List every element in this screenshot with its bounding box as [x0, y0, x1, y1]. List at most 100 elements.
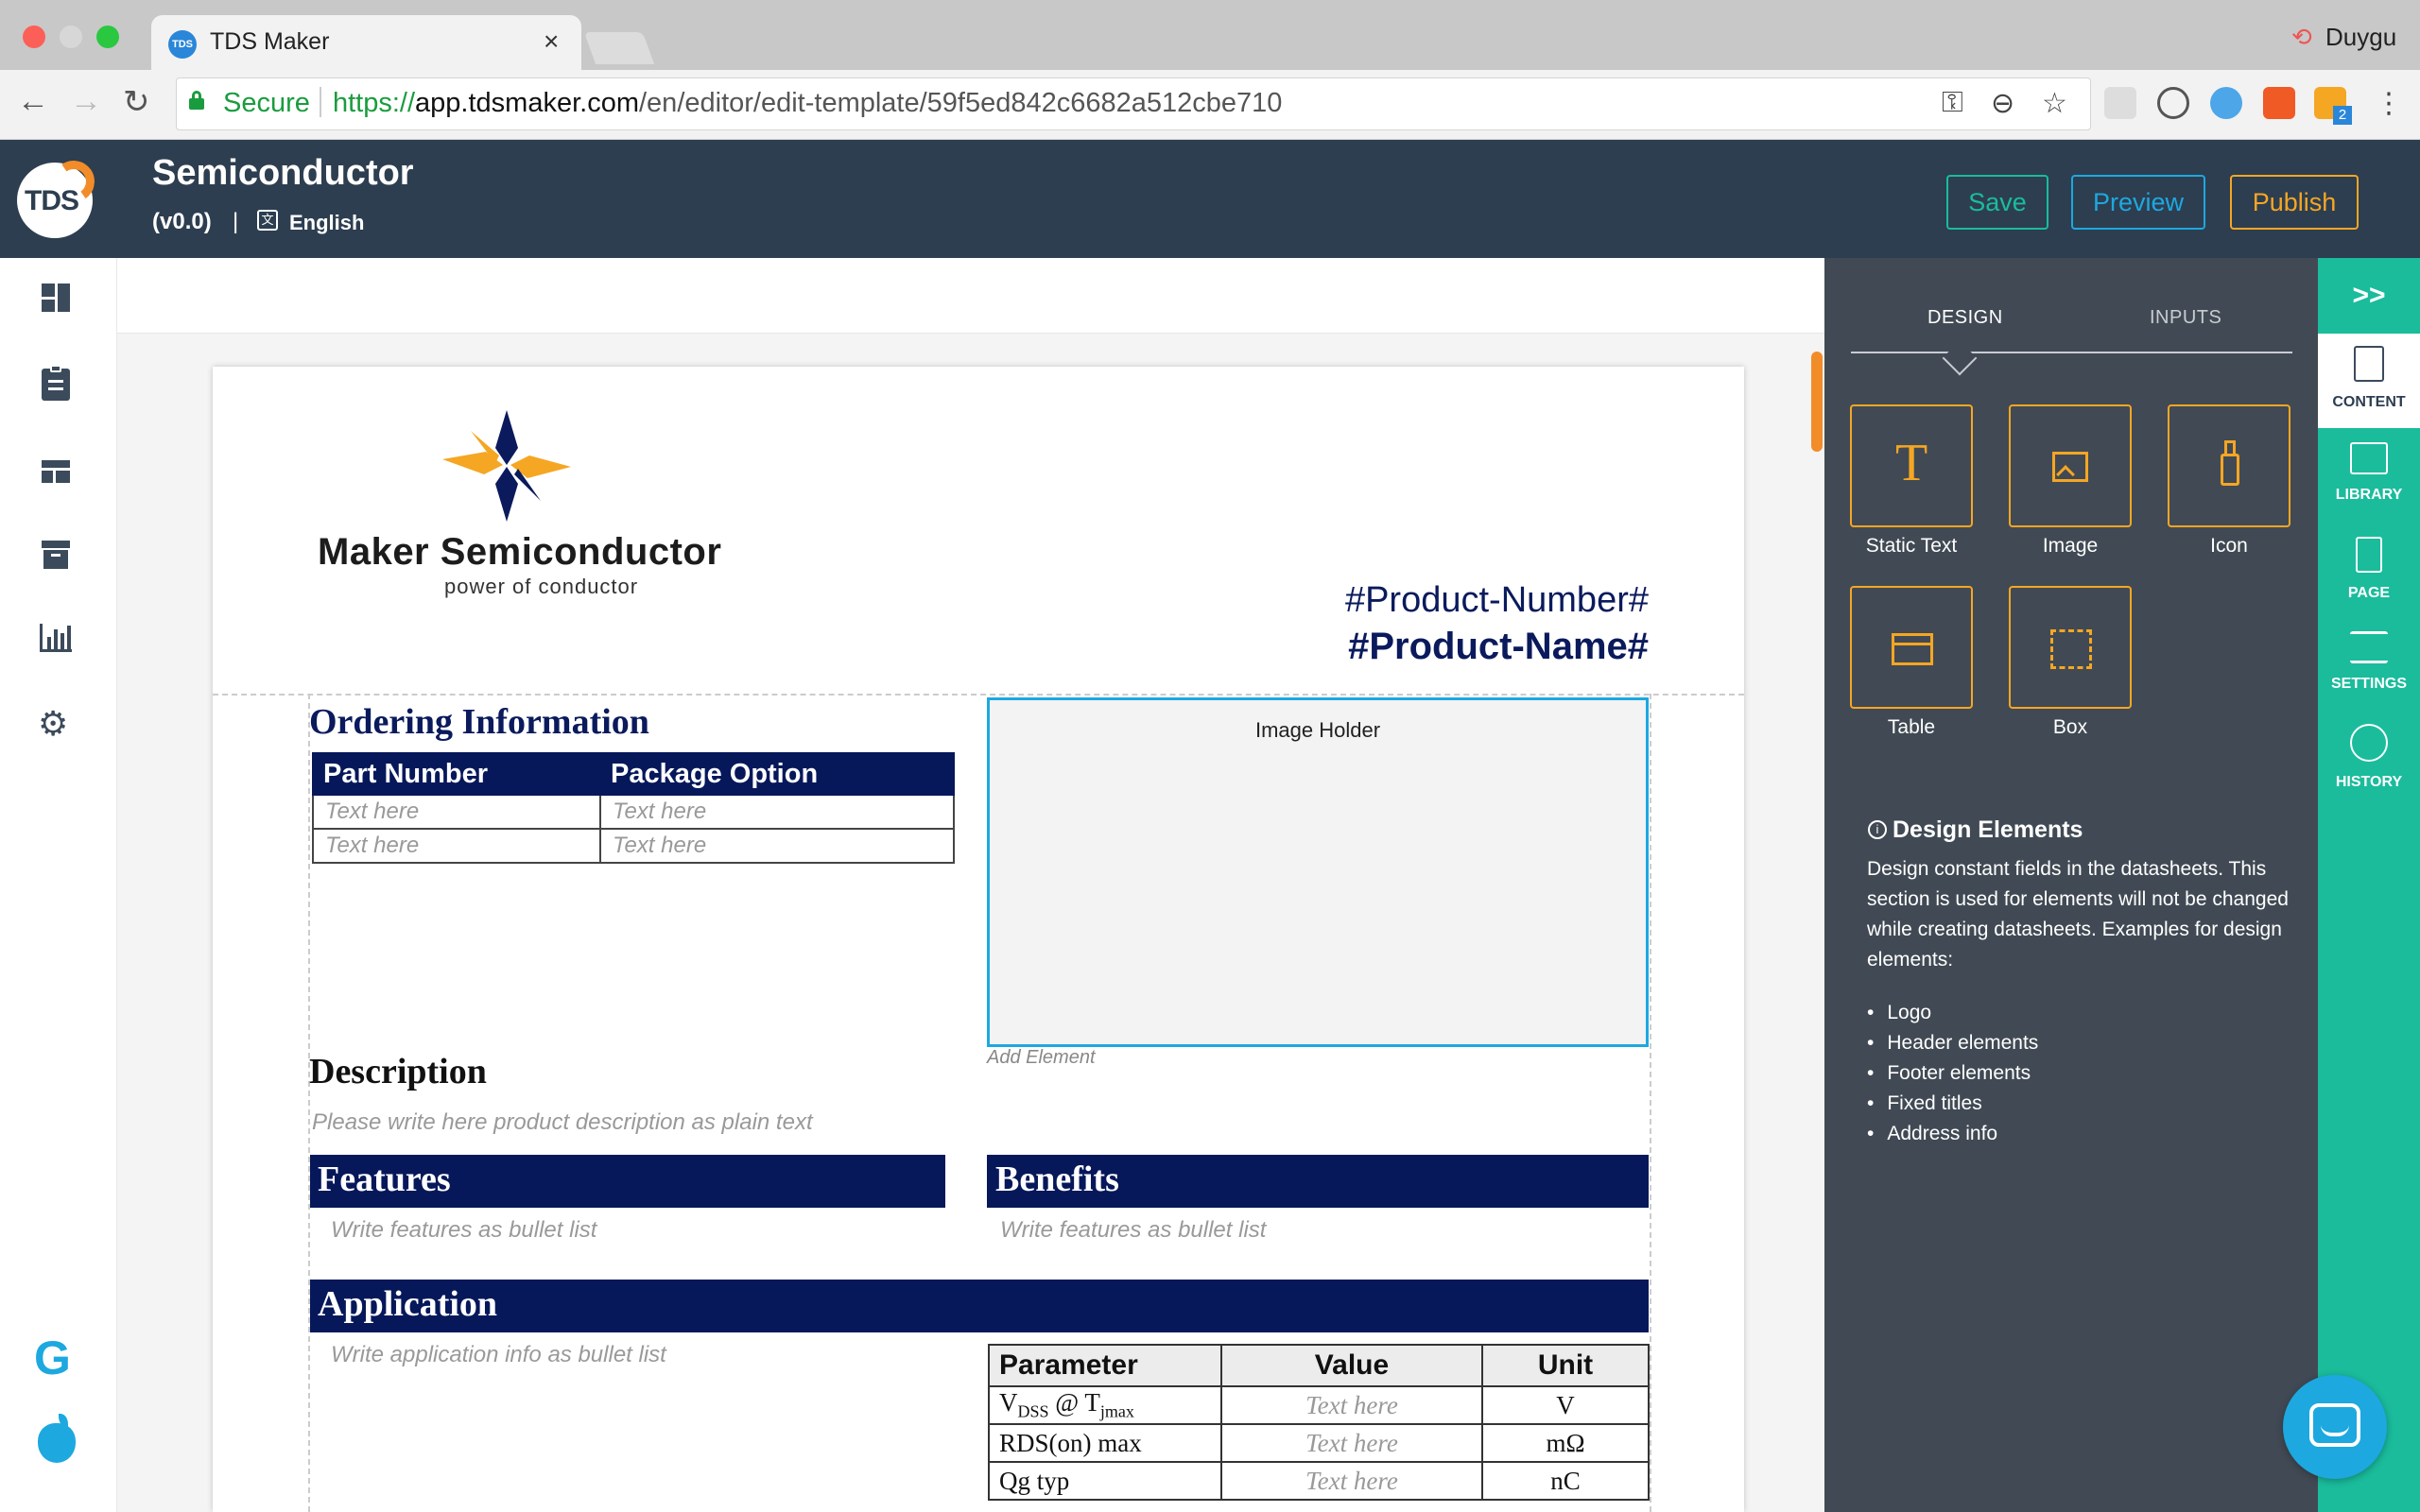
- product-name-field[interactable]: #Product-Name#: [1305, 626, 1649, 668]
- canvas-scrollbar[interactable]: [1811, 352, 1823, 452]
- application-bar[interactable]: [310, 1280, 1649, 1332]
- spray-icon: [2221, 454, 2239, 486]
- document-title: Semiconductor: [152, 153, 414, 193]
- value-cell[interactable]: Text here: [1220, 1423, 1483, 1463]
- content-guide-left: [308, 694, 310, 1512]
- canvas-toolbar: [117, 258, 1824, 334]
- document-version: (v0.0): [152, 209, 212, 234]
- collapse-panel-button[interactable]: >>: [2318, 258, 2420, 334]
- image-tile[interactable]: [2009, 404, 2132, 527]
- header-separator: |: [233, 209, 239, 234]
- nav-page[interactable]: PAGE: [2318, 537, 2420, 602]
- url-host: app.tdsmaker.com: [415, 88, 639, 118]
- sliders-icon: [2350, 631, 2388, 663]
- list-item: Footer elements: [1867, 1058, 2038, 1089]
- language-icon: 文: [257, 210, 278, 231]
- ordering-cell[interactable]: Text here: [312, 828, 601, 864]
- gear-icon[interactable]: ⚙: [38, 707, 68, 741]
- bar-chart-icon[interactable]: [40, 624, 72, 652]
- profile-name[interactable]: Duygu: [2325, 23, 2396, 52]
- extension-globe-icon[interactable]: [2210, 87, 2242, 119]
- left-sidebar: [0, 258, 117, 1512]
- lock-icon: [189, 91, 204, 110]
- table-tile[interactable]: [1850, 586, 1973, 709]
- extension-check-icon[interactable]: [2263, 87, 2295, 119]
- info-icon: i: [1868, 820, 1887, 839]
- static-text-tile[interactable]: T: [1850, 404, 1973, 527]
- list-item: Header elements: [1867, 1028, 2038, 1058]
- document-language[interactable]: English: [289, 211, 364, 235]
- key-icon[interactable]: ⚿: [1942, 87, 1963, 119]
- nav-content[interactable]: CONTENT: [2318, 346, 2420, 411]
- url-text[interactable]: https://app.tdsmaker.com/en/editor/edit-…: [333, 88, 1282, 119]
- new-tab-button[interactable]: [583, 32, 655, 64]
- publish-button[interactable]: Publish: [2230, 175, 2359, 230]
- image-holder[interactable]: [987, 697, 1649, 1047]
- param-cell[interactable]: VDSS @ Tjmax: [988, 1385, 1222, 1425]
- value-cell[interactable]: Text here: [1220, 1461, 1483, 1501]
- back-arrow-icon[interactable]: ←: [17, 83, 49, 120]
- nav-page-label: PAGE: [2347, 585, 2391, 601]
- param-cell[interactable]: Qg typ: [988, 1461, 1222, 1501]
- close-window-button[interactable]: [23, 26, 45, 48]
- product-number-field[interactable]: #Product-Number#: [1339, 580, 1649, 621]
- secure-label: Secure: [223, 88, 310, 118]
- sync-icon: ⟲: [2291, 23, 2312, 51]
- ordering-header-package: Package Option: [599, 752, 955, 796]
- minimize-window-button[interactable]: [60, 26, 82, 48]
- image-icon: [2052, 452, 2088, 484]
- benefits-placeholder[interactable]: Write features as bullet list: [1000, 1217, 1266, 1244]
- box-tile[interactable]: [2009, 586, 2132, 709]
- browser-menu-icon[interactable]: ⋮: [2375, 87, 2403, 120]
- parameter-table[interactable]: Parameter Value Unit VDSS @ Tjmax Text h…: [988, 1344, 1650, 1501]
- unit-cell[interactable]: mΩ: [1481, 1423, 1650, 1463]
- reload-icon[interactable]: ↻: [123, 83, 150, 121]
- icon-tile[interactable]: [2168, 404, 2290, 527]
- extension-cast-icon[interactable]: [2104, 87, 2136, 119]
- value-cell[interactable]: Text here: [1220, 1385, 1483, 1425]
- bookmark-star-icon[interactable]: ☆: [2042, 87, 2067, 120]
- archive-icon[interactable]: [42, 541, 70, 569]
- page-icon: [2356, 537, 2382, 573]
- features-placeholder[interactable]: Write features as bullet list: [331, 1217, 596, 1244]
- layout-icon[interactable]: [42, 460, 70, 483]
- application-placeholder[interactable]: Write application info as bullet list: [331, 1342, 666, 1368]
- ordering-cell[interactable]: Text here: [599, 794, 955, 830]
- extension-swirl-icon[interactable]: [2157, 87, 2189, 119]
- company-logo-icon[interactable]: [442, 410, 571, 522]
- tab-close-icon[interactable]: ×: [544, 26, 559, 57]
- ordering-cell[interactable]: Text here: [599, 828, 955, 864]
- ordering-header-part: Part Number: [312, 752, 601, 796]
- param-cell[interactable]: RDS(on) max: [988, 1423, 1222, 1463]
- save-button[interactable]: Save: [1946, 175, 2048, 230]
- design-elements-title: Design Elements: [1893, 816, 2083, 843]
- description-title[interactable]: Description: [309, 1051, 487, 1092]
- tab-inputs[interactable]: INPUTS: [2150, 307, 2221, 329]
- spray-nozzle: [2224, 440, 2236, 454]
- dashboard-icon[interactable]: [42, 284, 70, 312]
- ordering-title[interactable]: Ordering Information: [309, 701, 649, 743]
- apple-icon[interactable]: [38, 1414, 76, 1463]
- nav-settings[interactable]: SETTINGS: [2318, 631, 2420, 693]
- forward-arrow-icon[interactable]: →: [70, 83, 102, 120]
- ordering-table[interactable]: Part Number Package Option Text here Tex…: [312, 752, 955, 864]
- clipboard-icon[interactable]: [42, 365, 70, 401]
- table-label: Table: [1887, 716, 1936, 738]
- unit-cell[interactable]: V: [1481, 1385, 1650, 1425]
- nav-library[interactable]: LIBRARY: [2318, 442, 2420, 504]
- clock-icon: [2350, 724, 2388, 762]
- add-element-link[interactable]: Add Element: [987, 1047, 1096, 1069]
- zoom-icon[interactable]: ⊖: [1991, 87, 2014, 120]
- document-lines-icon: [2354, 346, 2384, 382]
- description-placeholder[interactable]: Please write here product description as…: [312, 1109, 813, 1136]
- maximize-window-button[interactable]: [96, 26, 119, 48]
- nav-history[interactable]: HISTORY: [2318, 724, 2420, 791]
- param-text: V: [999, 1388, 1018, 1418]
- tab-design[interactable]: DESIGN: [1927, 307, 2003, 329]
- extension-count-badge: 2: [2333, 106, 2352, 125]
- preview-button[interactable]: Preview: [2071, 175, 2205, 230]
- google-icon[interactable]: G: [34, 1331, 71, 1385]
- ordering-cell[interactable]: Text here: [312, 794, 601, 830]
- unit-cell[interactable]: nC: [1481, 1461, 1650, 1501]
- nav-settings-label: SETTINGS: [2330, 676, 2407, 692]
